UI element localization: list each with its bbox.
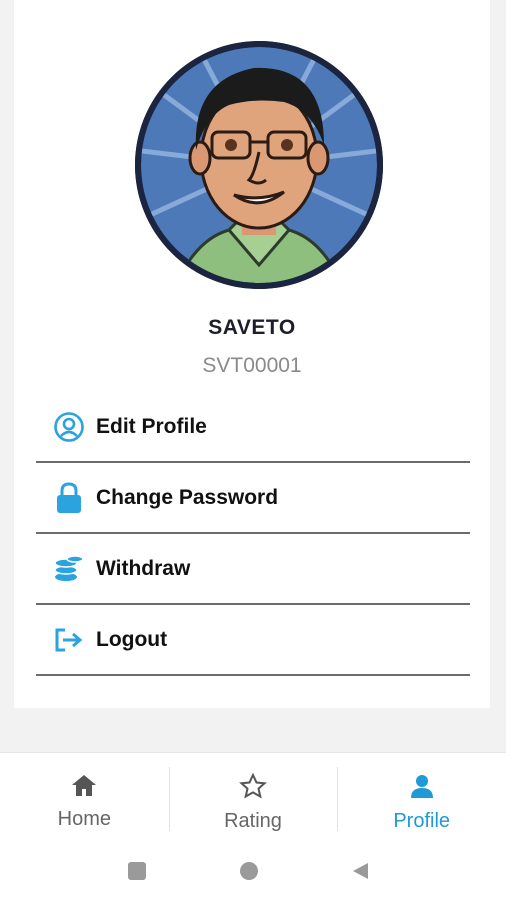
- system-navigation-bar: [0, 842, 506, 900]
- star-icon: [239, 772, 267, 804]
- tab-label: Profile: [393, 810, 451, 832]
- lock-icon: [52, 481, 86, 515]
- menu-item-label: Edit Profile: [96, 414, 207, 438]
- tab-label: Rating: [224, 810, 282, 832]
- menu-item-withdraw[interactable]: Withdraw: [36, 534, 470, 605]
- profile-card: SAVETO SVT00001 Edit Profile Change Pass…: [14, 0, 490, 708]
- home-circle-icon[interactable]: [240, 862, 258, 880]
- menu-item-label: Change Password: [96, 485, 279, 509]
- user-icon: [409, 773, 435, 804]
- profile-menu: Edit Profile Change Password Withdraw Lo…: [36, 392, 470, 676]
- tab-rating[interactable]: Rating: [168, 753, 338, 843]
- home-icon: [70, 773, 98, 802]
- recent-apps-icon[interactable]: [128, 862, 146, 880]
- back-arrow-icon[interactable]: [350, 861, 370, 886]
- tab-label: Home: [57, 808, 112, 830]
- menu-item-logout[interactable]: Logout: [36, 605, 470, 676]
- menu-item-label: Withdraw: [96, 556, 191, 580]
- avatar: [135, 41, 383, 289]
- profile-name: SAVETO: [208, 316, 296, 339]
- coins-icon: [52, 552, 86, 586]
- menu-item-label: Logout: [96, 627, 168, 651]
- menu-item-edit-profile[interactable]: Edit Profile: [36, 392, 470, 463]
- tab-home[interactable]: Home: [0, 753, 169, 843]
- logout-icon: [52, 623, 86, 657]
- user-circle-icon: [52, 410, 86, 444]
- bottom-tab-bar: Home Rating Profile: [0, 752, 506, 843]
- tab-profile[interactable]: Profile: [337, 753, 506, 843]
- menu-item-change-password[interactable]: Change Password: [36, 463, 470, 534]
- profile-code: SVT00001: [202, 354, 302, 377]
